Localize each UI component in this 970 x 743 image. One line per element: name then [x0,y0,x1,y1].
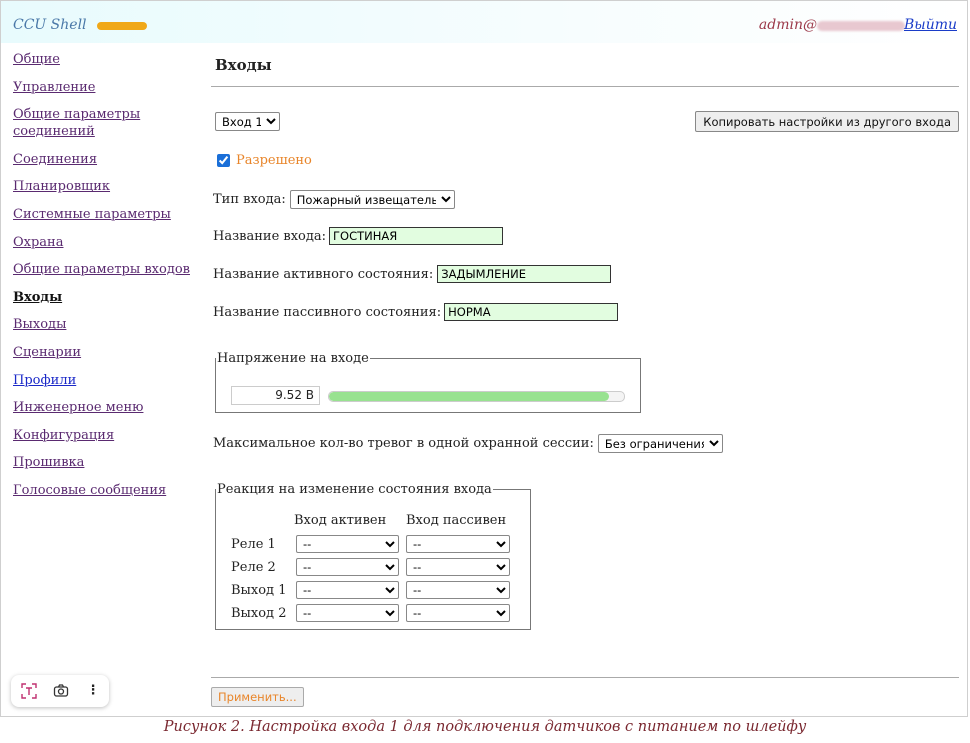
name-label: Название входа: [213,228,327,244]
sidebar-item-security[interactable]: Охрана [13,234,203,251]
max-alarms-select[interactable]: Без ограничения [597,434,723,453]
input-type-select[interactable]: Пожарный извещатель [289,190,455,209]
sidebar-item-profiles[interactable]: Профили [13,372,203,389]
sidebar-item-control[interactable]: Управление [13,79,203,96]
sidebar-nav: Общие Управление Общие параметры соедине… [13,51,203,510]
copy-settings-button[interactable]: Копировать настройки из другого входа [695,111,959,132]
enabled-row: Разрешено [215,153,312,168]
text-select-icon[interactable] [19,681,39,701]
input-name-field[interactable] [329,227,504,245]
max-alarms-row: Максимальное кол-во тревог в одной охран… [213,434,723,453]
sidebar-item-input-params[interactable]: Общие параметры входов [13,261,203,278]
col-header-passive: Вход пассивен [406,513,507,528]
reaction-group: Реакция на изменение состояния входа Вхо… [215,482,531,630]
sidebar-item-connection-params[interactable]: Общие параметры соединений [13,106,153,140]
passive-state-row: Название пассивного состояния: [213,303,619,321]
voltage-bar [328,391,625,402]
relay2-passive-select[interactable]: -- [406,558,510,576]
title-divider [211,86,959,87]
enabled-checkbox[interactable] [217,154,230,167]
voltage-value: 9.52 В [231,386,320,405]
col-header-active: Вход активен [294,513,387,528]
app-title: CCU Shell [13,17,87,33]
output2-passive-select[interactable]: -- [406,604,510,622]
blurred-username [817,21,905,31]
active-state-field[interactable] [437,265,612,283]
reaction-row-label: Выход 2 [231,606,287,621]
relay1-passive-select[interactable]: -- [406,535,510,553]
active-state-label: Название активного состояния: [213,266,434,282]
reaction-row-label: Реле 2 [231,560,276,575]
max-alarms-label: Максимальное кол-во тревог в одной охран… [213,436,594,451]
figure-caption: Рисунок 2. Настройка входа 1 для подключ… [163,719,807,735]
top-bar: CCU Shell admin@ Выйти [1,1,967,43]
enabled-label: Разрешено [236,153,312,168]
type-row: Тип входа: Пожарный извещатель [213,190,455,209]
output1-active-select[interactable]: -- [296,581,399,599]
voltage-group: Напряжение на входе 9.52 В [215,351,641,413]
name-row: Название входа: [213,227,504,245]
voltage-legend: Напряжение на входе [217,351,369,366]
page-title: Входы [215,56,272,74]
sidebar-item-firmware[interactable]: Прошивка [13,454,203,471]
sidebar-item-general[interactable]: Общие [13,51,203,68]
user-label: admin@ [758,17,817,33]
sidebar-item-connections[interactable]: Соединения [13,151,203,168]
sidebar-item-inputs[interactable]: Входы [13,289,203,306]
output2-active-select[interactable]: -- [296,604,399,622]
sidebar-item-scheduler[interactable]: Планировщик [13,178,203,195]
active-state-row: Название активного состояния: [213,265,612,283]
sidebar-item-scenarios[interactable]: Сценарии [13,344,203,361]
type-label: Тип входа: [213,192,286,207]
browser-frame: CCU Shell admin@ Выйти Общие Управление … [0,0,968,717]
sidebar-item-engineering-menu[interactable]: Инженерное меню [13,399,203,416]
sidebar-item-outputs[interactable]: Выходы [13,316,203,333]
output1-passive-select[interactable]: -- [406,581,510,599]
reaction-row-label: Выход 1 [231,583,287,598]
passive-state-label: Название пассивного состояния: [213,304,442,320]
sidebar-item-voice-messages[interactable]: Голосовые сообщения [13,482,203,499]
apply-divider [211,677,959,678]
brand-bar [97,22,147,30]
relay1-active-select[interactable]: -- [296,535,399,553]
floating-toolbar: ⋮ [11,675,109,707]
sidebar-item-configuration[interactable]: Конфигурация [13,427,203,444]
camera-search-icon[interactable] [51,681,71,701]
sidebar-item-system-params[interactable]: Системные параметры [13,206,203,223]
voltage-bar-fill [329,392,610,401]
logout-link[interactable]: Выйти [904,17,957,33]
relay2-active-select[interactable]: -- [296,558,399,576]
apply-button[interactable]: Применить... [211,687,304,707]
passive-state-field[interactable] [444,303,619,321]
input-select[interactable]: Вход 1 [215,112,280,131]
reaction-legend: Реакция на изменение состояния входа [217,482,492,497]
reaction-row-label: Реле 1 [231,537,276,552]
more-options-icon[interactable]: ⋮ [83,681,103,701]
